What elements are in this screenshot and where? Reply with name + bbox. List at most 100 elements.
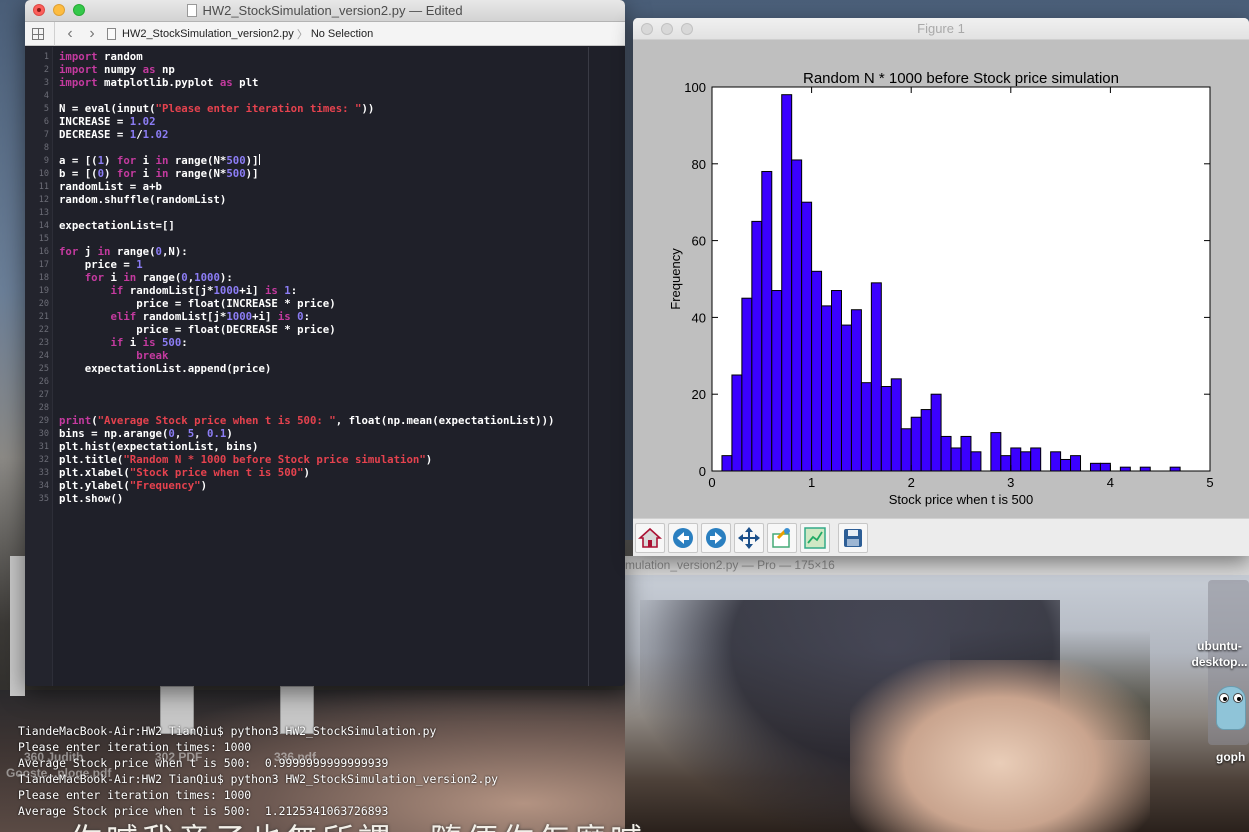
- minimize-button[interactable]: [53, 4, 65, 16]
- histogram-bar: [960, 435, 972, 472]
- close-button[interactable]: [33, 4, 45, 16]
- x-tick-label: 1: [808, 475, 815, 490]
- y-axis-label: Frequency: [668, 248, 683, 310]
- histogram-bar: [821, 305, 833, 472]
- terminal-output[interactable]: TiandeMacBook-Air:HW2 TianQiu$ python3 H…: [18, 723, 498, 819]
- figure-window-title: Figure 1: [917, 21, 965, 36]
- histogram-bar: [860, 382, 872, 472]
- figure-titlebar: Figure 1: [633, 18, 1249, 40]
- wallpaper-face: [850, 660, 1150, 832]
- histogram-bar: [1030, 447, 1042, 472]
- code-editor[interactable]: 1 2 3 4 5 6 7 8 9 10 11 12 13 14 15 16 17 18 19 20 21 22 23 24 2…: [25, 47, 625, 686]
- jumpbar-selection[interactable]: No Selection: [311, 28, 373, 40]
- forward-arrow-icon[interactable]: [701, 523, 731, 553]
- path-chevron-icon: 〉: [296, 28, 308, 41]
- histogram-bar: [950, 447, 962, 472]
- minimize-button[interactable]: [661, 23, 673, 35]
- background-window-title: mulation_version2.py — Pro — 175×16: [625, 558, 835, 572]
- histogram-bar: [940, 435, 952, 472]
- terminal-line: TiandeMacBook-Air:HW2 TianQiu$ python3 H…: [18, 724, 437, 738]
- histogram-bar: [910, 416, 922, 472]
- histogram-bar: [751, 220, 763, 472]
- terminal-line: Please enter iteration times: 1000: [18, 740, 252, 754]
- x-axis-label: Stock price when t is 500: [889, 492, 1034, 507]
- chart-title: Random N * 1000 before Stock price simul…: [803, 70, 1119, 87]
- histogram-bar: [970, 451, 982, 472]
- histogram-bar: [1119, 466, 1131, 472]
- x-tick-label: 0: [708, 475, 715, 490]
- histogram-bar: [801, 201, 813, 472]
- document-icon: [187, 4, 198, 17]
- histogram-bar: [741, 297, 753, 472]
- histogram-bar: [930, 393, 942, 472]
- close-button[interactable]: [641, 23, 653, 35]
- terminal-line: Average Stock price when t is 500: 0.999…: [18, 756, 389, 770]
- histogram-bar: [920, 409, 932, 472]
- gopher-icon[interactable]: [1216, 686, 1246, 730]
- y-tick-label: 80: [692, 157, 706, 172]
- histogram-bar: [811, 270, 823, 472]
- histogram-bar: [721, 455, 733, 472]
- background-window-left-edge: [10, 556, 25, 696]
- histogram-bar: [1020, 451, 1032, 472]
- x-tick-label: 3: [1007, 475, 1014, 490]
- terminal-line: Please enter iteration times: 1000: [18, 788, 252, 802]
- histogram-bar: [880, 386, 892, 472]
- jumpbar-file[interactable]: HW2_StockSimulation_version2.py: [122, 28, 294, 40]
- line-number-gutter: 1 2 3 4 5 6 7 8 9 10 11 12 13 14 15 16 17 18 19 20 21 22 23 24 2…: [25, 47, 53, 686]
- histogram-bar: [870, 282, 882, 472]
- x-tick-label: 5: [1206, 475, 1213, 490]
- forward-chevron-icon[interactable]: ›: [81, 25, 103, 43]
- y-tick-label: 0: [699, 464, 706, 479]
- histogram-bar: [1139, 466, 1151, 472]
- histogram-bar: [890, 378, 902, 472]
- histogram-bar: [731, 374, 743, 472]
- home-icon[interactable]: [635, 523, 665, 553]
- page-guide: [588, 47, 589, 686]
- histogram-bar: [1099, 462, 1111, 472]
- histogram-bar: [1060, 458, 1072, 472]
- zoom-button[interactable]: [73, 4, 85, 16]
- back-chevron-icon[interactable]: ‹: [59, 25, 81, 43]
- ubuntu-desktop-label[interactable]: ubuntu- desktop...: [1190, 638, 1249, 670]
- histogram-bar: [990, 432, 1002, 472]
- zoom-button[interactable]: [681, 23, 693, 35]
- file-icon: [107, 27, 116, 40]
- histogram-bar: [1169, 466, 1181, 472]
- y-tick-label: 20: [692, 387, 706, 402]
- histogram-bar: [1010, 447, 1022, 472]
- jumpbar-separator: [54, 21, 55, 46]
- histogram-bar: [781, 94, 793, 472]
- pan-icon[interactable]: [734, 523, 764, 553]
- terminal-line: TiandeMacBook-Air:HW2 TianQiu$ python3 H…: [18, 772, 499, 786]
- histogram-bar: [831, 290, 842, 472]
- histogram-bar: [791, 159, 803, 472]
- histogram-bar: [771, 290, 783, 472]
- histogram-bar: [850, 309, 862, 472]
- histogram-bar: [1070, 455, 1082, 472]
- source-code[interactable]: import random import numpy as np import …: [59, 50, 554, 505]
- y-tick-label: 40: [692, 310, 706, 325]
- line-numbers: 1 2 3 4 5 6 7 8 9 10 11 12 13 14 15 16 17 18 19 20 21 22 23 24 2…: [38, 52, 49, 504]
- save-icon[interactable]: [838, 523, 868, 553]
- jump-bar: ‹ › HW2_StockSimulation_version2.py 〉 No…: [25, 21, 625, 46]
- back-arrow-icon[interactable]: [668, 523, 698, 553]
- y-tick-label: 100: [684, 80, 706, 95]
- configure-subplots-icon[interactable]: [800, 523, 830, 553]
- zoom-icon[interactable]: [767, 523, 797, 553]
- histogram-bar: [1089, 462, 1101, 472]
- gopher-label[interactable]: goph: [1216, 750, 1245, 764]
- related-items-grid-icon[interactable]: [32, 27, 44, 40]
- editor-window-title: HW2_StockSimulation_version2.py — Edited: [202, 3, 463, 18]
- histogram-chart[interactable]: 0 1 2 3 4 5 0 20 40 60 80 100 Random N * 1000 befo…: [633, 40, 1249, 518]
- video-subtitle: 你喊我童子也無所謂，隨便你怎麼喊: [70, 815, 646, 832]
- histogram-bar: [1050, 451, 1062, 472]
- x-tick-label: 2: [908, 475, 915, 490]
- histogram-bar: [900, 428, 912, 472]
- histogram-bar: [761, 170, 773, 472]
- editor-titlebar: HW2_StockSimulation_version2.py — Edited: [25, 0, 625, 22]
- figure-toolbar: [633, 518, 1249, 556]
- histogram-bar: [840, 324, 852, 472]
- xcode-editor-window: HW2_StockSimulation_version2.py — Edited…: [25, 0, 625, 686]
- figure-canvas[interactable]: 0 1 2 3 4 5 0 20 40 60 80 100 Random N * 1000 befo…: [633, 40, 1249, 518]
